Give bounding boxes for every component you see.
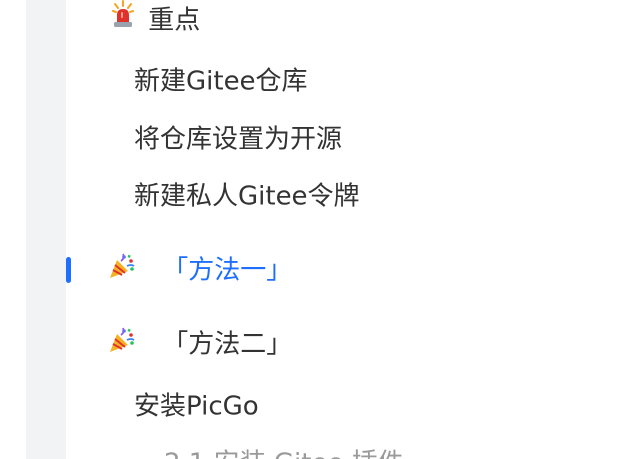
active-indicator: [66, 257, 71, 283]
toc-item-method-two[interactable]: 「方法二」: [108, 326, 292, 363]
toc-item-set-repo-public[interactable]: 将仓库设置为开源: [134, 122, 342, 157]
toc-label-method-one: 「方法一」: [162, 255, 293, 286]
toc-item-method-one[interactable]: 「方法一」: [108, 252, 292, 289]
toc-item-highlight[interactable]: 重点: [112, 0, 201, 39]
toc-label: 2.1 安装 Gitee 插件: [164, 449, 404, 459]
toc-item-new-gitee-token[interactable]: 新建私人Gitee令牌: [134, 179, 360, 214]
toc-label: 新建Gitee仓库: [134, 66, 308, 97]
toc-panel: 重点 新建Gitee仓库 将仓库设置为开源 新建私人Gitee令牌 「方法一」: [0, 0, 630, 459]
party-popper-icon: [108, 326, 154, 363]
toc-label-highlight: 重点: [148, 5, 201, 36]
toc-item-new-gitee-repo[interactable]: 新建Gitee仓库: [134, 64, 308, 99]
toc-item-install-gitee-plugin[interactable]: 2.1 安装 Gitee 插件: [164, 446, 404, 459]
toc-item-install-picgo[interactable]: 安装PicGo: [134, 389, 259, 424]
toc-label: 将仓库设置为开源: [134, 124, 343, 155]
left-gutter: [26, 0, 66, 459]
toc-label: 新建私人Gitee令牌: [134, 181, 360, 212]
toc-label: 安装PicGo: [134, 391, 259, 422]
rotating-light-icon: [112, 0, 140, 39]
party-popper-icon: [108, 252, 154, 289]
toc-label-method-two: 「方法二」: [162, 329, 293, 360]
